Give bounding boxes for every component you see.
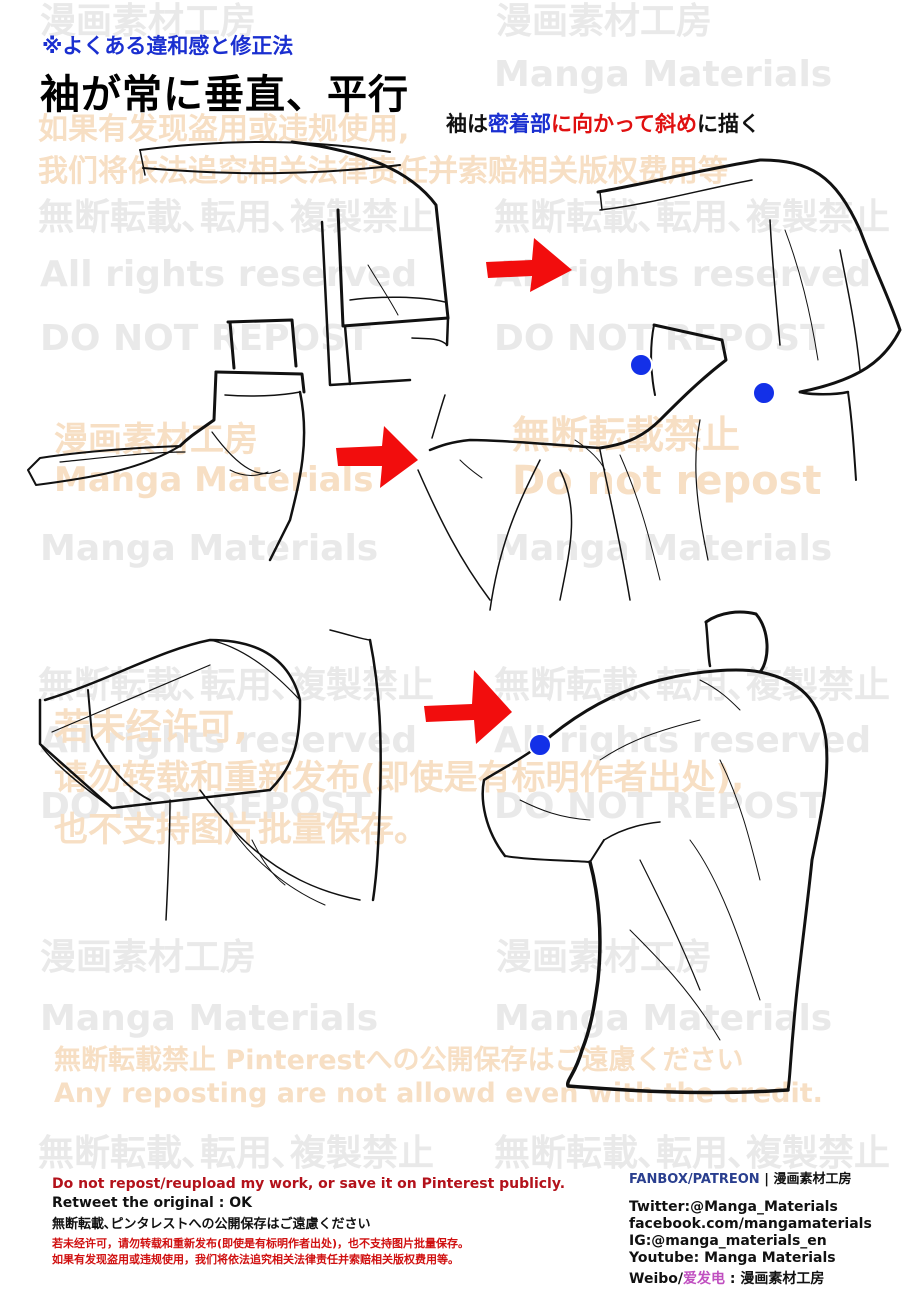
correction-note: 袖は密着部に向かって斜めに描く xyxy=(446,108,760,138)
correct-sleeve-bottom-right xyxy=(481,610,829,1095)
youtube-link[interactable]: Youtube: Manga Materials xyxy=(629,1250,836,1266)
footer-cn-warning: 如果有发现盗用或违规使用，我们将依法追究相关法律责任并索赔相关版权费用等。 xyxy=(52,1253,459,1266)
weibo-prefix: Weibo/ xyxy=(629,1271,683,1287)
weibo-link[interactable]: Weibo/爱发电 : 漫画素材工房 xyxy=(629,1268,824,1288)
contact-point-dot xyxy=(528,733,552,757)
weibo-suffix: : 漫画素材工房 xyxy=(729,1271,825,1287)
arrow-right-icon xyxy=(424,670,512,744)
facebook-link[interactable]: facebook.com/mangamaterials xyxy=(629,1216,872,1232)
footer-cn-permission: 若未经许可，请勿转载和重新发布(即使是有标明作者出处)，也不支持图片批量保存。 xyxy=(52,1237,470,1250)
footer-studio: 漫画素材工房 xyxy=(773,1172,852,1187)
note-highlight-diagonal: に向かって斜め xyxy=(551,112,697,136)
correct-sleeve-top-right xyxy=(417,158,902,611)
wrong-sleeve-bottom-left xyxy=(38,629,382,921)
contact-point-dot xyxy=(752,381,776,405)
footer-fanbox-line: FANBOX/PATREON | 漫画素材工房 xyxy=(629,1168,852,1187)
footer-separator: | xyxy=(764,1172,769,1187)
footer-repost-notice: Do not repost/reupload my work, or save … xyxy=(52,1176,566,1192)
footer-retweet-ok: Retweet the original : OK xyxy=(52,1195,252,1211)
note-highlight-contact: 密着部 xyxy=(488,112,551,136)
wrong-sleeve-top-left xyxy=(27,140,450,562)
page-title: 袖が常に垂直、平行 xyxy=(40,71,409,118)
note-text: 袖は xyxy=(446,112,488,136)
weibo-highlight: 爱发电 xyxy=(683,1271,725,1287)
note-text: に描く xyxy=(696,112,760,136)
header-subtitle: ※よくある違和感と修正法 xyxy=(42,34,294,58)
fanbox-patreon-link[interactable]: FANBOX/PATREON xyxy=(629,1172,760,1187)
sleeve-illustrations xyxy=(27,140,902,1095)
arrow-right-icon xyxy=(336,426,418,488)
footer-jp-notice: 無断転載､ピンタレストへの公開保存はご遠慮ください xyxy=(52,1217,371,1232)
twitter-link[interactable]: Twitter:@Manga_Materials xyxy=(629,1199,838,1215)
contact-point-dot xyxy=(629,353,653,377)
instagram-link[interactable]: IG:@manga_materials_en xyxy=(629,1233,827,1249)
arrow-right-icon xyxy=(486,238,572,292)
